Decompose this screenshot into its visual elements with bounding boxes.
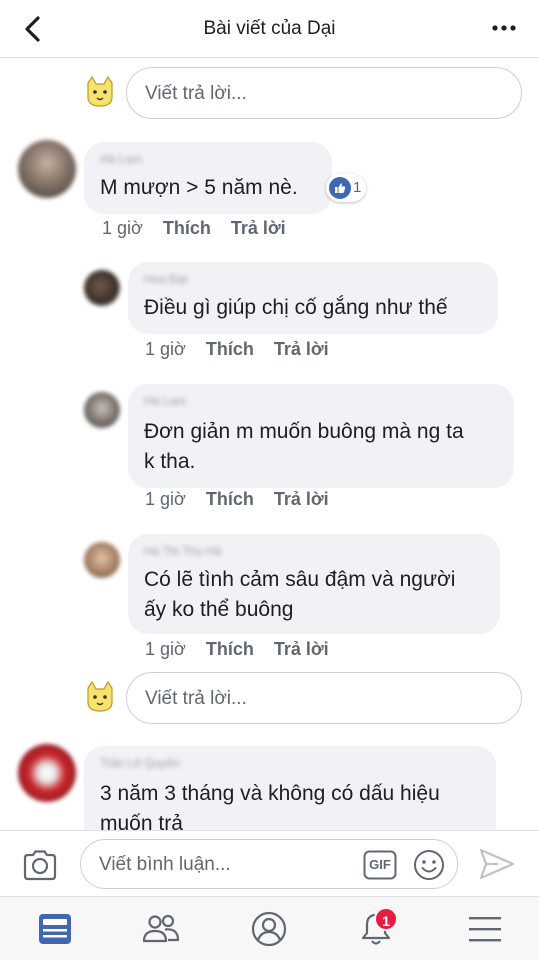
comment-bubble: Trần Lê Quyên 3 năm 3 tháng và không có … [84,746,496,830]
comment-time: 1 giờ [145,639,186,659]
comment-author[interactable]: Hà Thị Thu Hà [144,544,222,558]
cat-sticker-icon [82,680,118,714]
comment-bubble: Hà Thị Thu Hà Có lẽ tình cảm sâu đậm và … [128,534,500,634]
send-icon[interactable] [478,847,516,881]
tab-friends[interactable] [141,909,181,949]
comment-time: 1 giờ [145,489,186,509]
profile-icon [251,911,287,947]
reply-button[interactable]: Trả lời [274,339,329,360]
like-button[interactable]: Thích [206,339,254,360]
emoji-icon[interactable] [413,849,445,881]
comment-author[interactable]: Hà Lam [144,394,186,408]
comment-thread[interactable]: Viết trả lời... Hà Lam M mượn > 5 năm nè… [0,58,539,830]
comment-text: Điều gì giúp chị cố gắng như thế [144,296,448,319]
friends-icon [142,914,180,943]
reply-placeholder: Viết trả lời... [145,688,247,709]
bottom-tab-bar: 1 [0,896,539,960]
like-button[interactable]: Thích [206,639,254,660]
comment-actions: 1 giờ Thích Trả lời [102,218,306,239]
comment-text: M mượn > 5 năm nè. [100,176,298,199]
comment-text: Có lẽ tình cảm sâu đậm và người [144,568,456,591]
reaction-count: 1 [353,179,362,196]
avatar[interactable] [84,270,120,306]
reply-input[interactable]: Viết trả lời... [126,67,522,119]
comment-actions: 1 giờ Thích Trả lời [145,339,349,360]
reply-composer: Viết trả lời... [0,672,539,724]
gif-button[interactable]: GIF [363,850,397,880]
notification-badge: 1 [374,907,398,931]
cat-sticker-icon [82,75,118,109]
reply-placeholder: Viết trả lời... [145,83,247,104]
comment-input[interactable]: Viết bình luận... GIF [80,839,458,889]
comment-bubble: Hà Lam M mượn > 5 năm nè. [84,142,332,214]
like-button[interactable]: Thích [163,218,211,239]
reply-button[interactable]: Trả lời [274,489,329,510]
tab-profile[interactable] [249,909,289,949]
comment-author[interactable]: Trần Lê Quyên [100,756,180,770]
reaction-badge[interactable]: 1 [326,174,366,202]
comment-text: Đơn giản m muốn buông mà ng ta [144,420,464,443]
avatar[interactable] [84,392,120,428]
comment-composer: Viết bình luận... GIF [0,830,539,896]
reply-input[interactable]: Viết trả lời... [126,672,522,724]
like-button[interactable]: Thích [206,489,254,510]
comment-time: 1 giờ [102,218,143,238]
comment-time: 1 giờ [145,339,186,359]
avatar[interactable] [18,140,76,198]
gif-label: GIF [369,857,391,872]
reply-button[interactable]: Trả lời [231,218,286,239]
tab-news-feed[interactable] [35,909,75,949]
page-title: Bài viết của Dại [203,18,336,39]
reply-composer: Viết trả lời... [0,67,539,119]
comment-bubble: Hà Lam Đơn giản m muốn buông mà ng ta k … [128,384,514,488]
comment-actions: 1 giờ Thích Trả lời [145,639,349,660]
more-options-icon[interactable] [491,18,517,38]
comment-text: 3 năm 3 tháng và không có dấu hiệu [100,782,440,805]
camera-icon[interactable] [22,849,58,881]
comment-text: k tha. [144,450,196,473]
menu-icon [469,917,501,942]
like-reaction-icon [329,177,351,199]
avatar[interactable] [18,744,76,802]
tab-menu[interactable] [465,909,505,949]
avatar[interactable] [84,542,120,578]
comment-placeholder: Viết bình luận... [99,854,231,875]
comment-author[interactable]: Hà Lam [100,152,142,166]
news-feed-icon [39,914,71,944]
tab-notifications[interactable]: 1 [356,907,398,949]
top-bar: Bài viết của Dại [0,0,539,58]
comment-text: ấy ko thể buông [144,598,294,621]
comment-bubble: Hoa Đại Điều gì giúp chị cố gắng như thế [128,262,498,334]
comment-text: muốn trả [100,812,183,830]
reply-button[interactable]: Trả lời [274,639,329,660]
comment-author[interactable]: Hoa Đại [144,272,187,286]
comment-actions: 1 giờ Thích Trả lời [145,489,349,510]
